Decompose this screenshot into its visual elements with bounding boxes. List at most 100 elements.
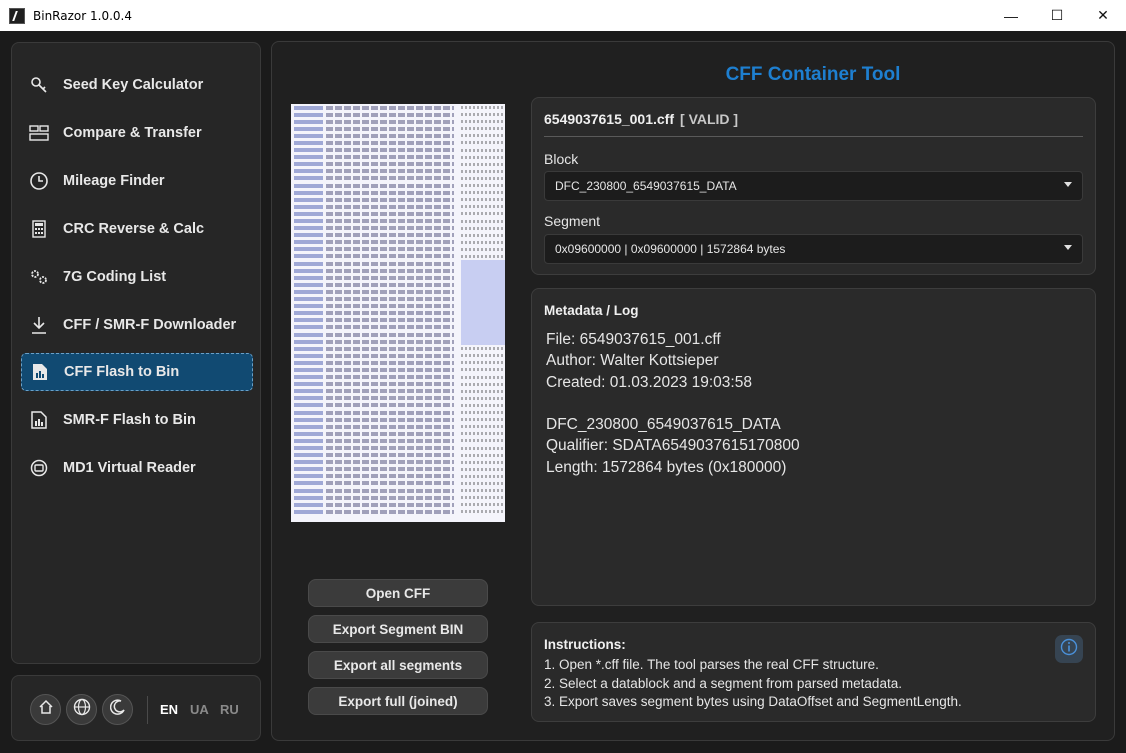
sidebar-item-label: Compare & Transfer [63,125,202,141]
hex-row [291,430,505,437]
chip-icon [29,458,49,478]
hex-row [291,175,505,182]
hex-row [291,466,505,473]
instruction-line: 3. Export saves segment bytes using Data… [544,694,962,709]
log-line: File: 6549037615_001.cff [546,331,721,348]
maximize-button[interactable]: ☐ [1034,0,1080,31]
hex-row [291,104,505,111]
hex-row [291,295,505,303]
export-segment-button[interactable]: Export Segment BIN [308,615,488,643]
sidebar-item-7g-coding-list[interactable]: 7G Coding List [21,258,253,296]
hex-row [291,331,505,339]
hex-row [291,267,505,275]
hex-row [291,445,505,452]
hex-row [291,338,505,346]
hex-row [291,480,505,487]
status-badge: [ VALID ] [680,111,739,127]
key-icon [29,75,49,95]
app-logo-icon [9,7,25,24]
block-select[interactable]: DFC_230800_6549037615_DATA [544,171,1083,201]
sidebar-item-seed-key-calculator[interactable]: Seed Key Calculator [21,66,253,104]
hex-row [291,182,505,189]
lang-ru[interactable]: RU [220,702,239,717]
close-button[interactable]: ✕ [1080,0,1126,31]
title-bar: BinRazor 1.0.0.4 — ☐ ✕ [0,0,1126,31]
lang-ua[interactable]: UA [190,702,209,717]
page-title: CFF Container Tool [725,64,901,85]
hex-row [291,302,505,310]
clock-icon [29,171,49,191]
sidebar-item-label: Seed Key Calculator [63,77,204,93]
hex-row [291,437,505,444]
language-button[interactable] [66,694,97,725]
segment-select-value: 0x09600000 | 0x09600000 | 1572864 bytes [555,242,786,256]
gears-icon [29,267,49,287]
lang-en[interactable]: EN [160,702,178,717]
open-cff-button[interactable]: Open CFF [308,579,488,607]
segment-select[interactable]: 0x09600000 | 0x09600000 | 1572864 bytes [544,234,1083,264]
sidebar-item-cff-downloader[interactable]: CFF / SMR-F Downloader [21,306,253,344]
theme-toggle-button[interactable] [102,694,133,725]
hex-row [291,487,505,494]
sidebar-item-label: MD1 Virtual Reader [63,460,196,476]
sidebar-item-smrf-flash-to-bin[interactable]: SMR-F Flash to Bin [21,401,253,439]
minimize-button[interactable]: — [988,0,1034,31]
hex-row [291,402,505,409]
info-button[interactable] [1055,635,1083,663]
home-icon [38,699,54,720]
hex-row [291,260,505,268]
instruction-line: 2. Select a datablock and a segment from… [544,676,902,691]
instruction-line: 1. Open *.cff file. The tool parses the … [544,657,879,672]
chevron-down-icon [1064,245,1072,250]
info-icon [1060,638,1078,661]
hex-row [291,225,505,232]
window-controls: — ☐ ✕ [988,0,1126,31]
window-title: BinRazor 1.0.0.4 [33,8,132,23]
sidebar-item-label: 7G Coding List [63,269,167,285]
download-icon [29,315,49,335]
hex-row [291,118,505,125]
instructions-title: Instructions: [544,637,626,652]
hex-row [291,359,505,366]
sidebar-item-label: CFF Flash to Bin [64,364,180,380]
export-all-segments-button[interactable]: Export all segments [308,651,488,679]
hex-row [291,374,505,381]
hex-row [291,161,505,168]
hex-row [291,473,505,480]
sidebar-item-mileage-finder[interactable]: Mileage Finder [21,162,253,200]
hex-row [291,253,505,260]
hex-row [291,132,505,139]
calculator-icon [29,219,49,239]
hex-row [291,288,505,296]
hex-row [291,494,505,501]
hex-row [291,189,505,196]
log-line: Created: 01.03.2023 19:03:58 [546,374,752,391]
sidebar-item-crc-reverse[interactable]: CRC Reverse & Calc [21,210,253,248]
log-line: Qualifier: SDATA6549037615170800 [546,437,800,454]
settings-bar: EN UA RU [11,675,261,741]
divider [544,136,1083,137]
globe-icon [73,698,91,721]
hex-row [291,309,505,317]
sidebar-item-cff-flash-to-bin[interactable]: CFF Flash to Bin [21,353,253,391]
hex-row [291,168,505,175]
hex-row [291,125,505,132]
hex-row [291,316,505,324]
file-header: 6549037615_001.cff [ VALID ] [544,111,738,127]
hex-row [291,323,505,331]
divider [147,696,148,724]
moon-icon [109,699,126,720]
hex-row [291,274,505,282]
hex-row [291,210,505,217]
file-chart-icon [30,362,50,382]
sidebar-item-compare-transfer[interactable]: Compare & Transfer [21,114,253,152]
hex-row [291,388,505,395]
sidebar-item-md1-virtual-reader[interactable]: MD1 Virtual Reader [21,449,253,487]
hex-row [291,218,505,225]
home-button[interactable] [30,694,61,725]
segment-label: Segment [544,213,601,229]
log-line: Length: 1572864 bytes (0x180000) [546,459,787,476]
export-full-button[interactable]: Export full (joined) [308,687,488,715]
hex-row [291,501,505,508]
hex-row [291,196,505,203]
